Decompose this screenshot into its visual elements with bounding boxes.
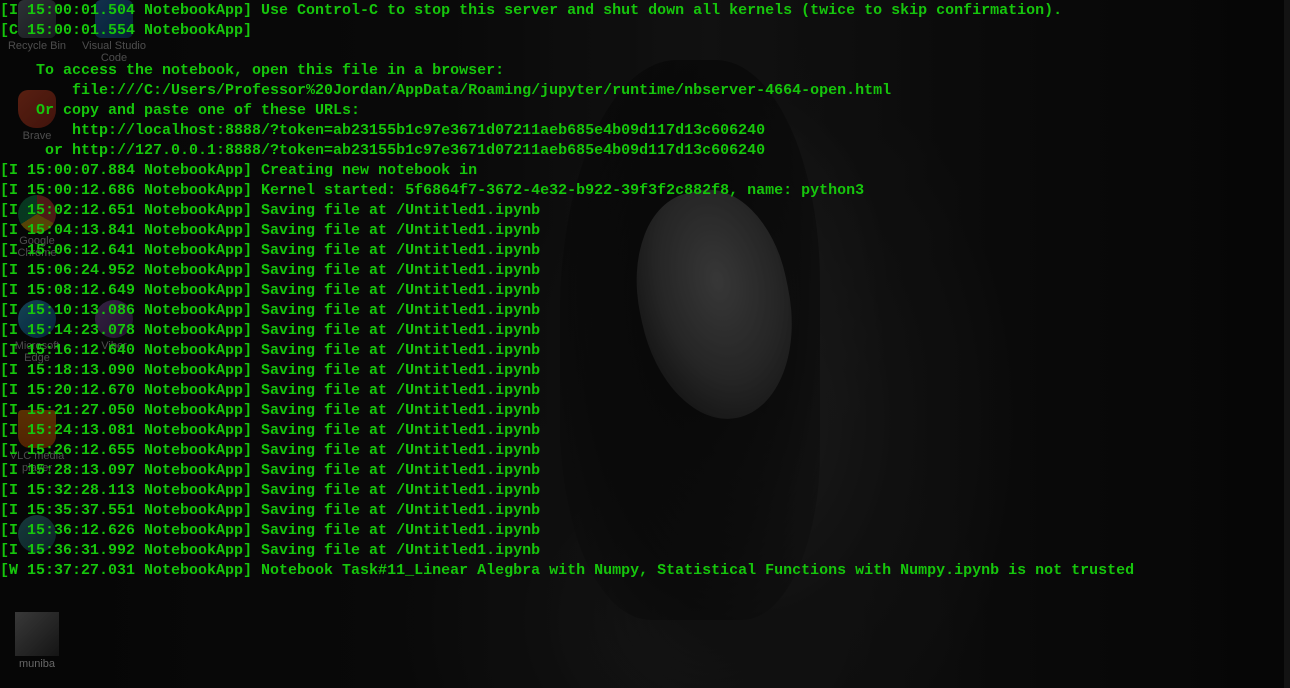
- desktop-screen: Recycle Bin Visual Studio Code Brave Goo…: [0, 0, 1290, 688]
- terminal-line: [C 15:00:01.554 NotebookApp]: [0, 22, 253, 39]
- terminal-line: Or copy and paste one of these URLs:: [0, 102, 361, 119]
- terminal-line: [I 15:14:23.078 NotebookApp] Saving file…: [0, 322, 541, 339]
- terminal-line: [I 15:06:12.641 NotebookApp] Saving file…: [0, 242, 541, 259]
- terminal-line: [I 15:28:13.097 NotebookApp] Saving file…: [0, 462, 541, 479]
- terminal-line: To access the notebook, open this file i…: [0, 62, 505, 79]
- terminal-line: [I 15:08:12.649 NotebookApp] Saving file…: [0, 282, 541, 299]
- terminal-output: [I 15:00:01.504 NotebookApp] Use Control…: [0, 1, 1134, 581]
- terminal-line: [I 15:06:24.952 NotebookApp] Saving file…: [0, 262, 541, 279]
- terminal-line: http://localhost:8888/?token=ab23155b1c9…: [0, 122, 766, 139]
- terminal-scrollbar[interactable]: [1284, 0, 1290, 688]
- terminal-line: [I 15:26:12.655 NotebookApp] Saving file…: [0, 442, 541, 459]
- terminal-line: [I 15:32:28.113 NotebookApp] Saving file…: [0, 482, 541, 499]
- terminal-window[interactable]: [I 15:00:01.504 NotebookApp] Use Control…: [0, 0, 1290, 688]
- terminal-line: [I 15:00:01.504 NotebookApp] Use Control…: [0, 2, 1063, 19]
- terminal-line: or http://127.0.0.1:8888/?token=ab23155b…: [0, 142, 766, 159]
- terminal-line: [I 15:16:12.640 NotebookApp] Saving file…: [0, 342, 541, 359]
- terminal-line: [I 15:04:13.841 NotebookApp] Saving file…: [0, 222, 541, 239]
- terminal-line: [I 15:36:31.992 NotebookApp] Saving file…: [0, 542, 541, 559]
- terminal-line: [I 15:10:13.086 NotebookApp] Saving file…: [0, 302, 541, 319]
- terminal-line: [I 15:02:12.651 NotebookApp] Saving file…: [0, 202, 541, 219]
- terminal-line: [I 15:21:27.050 NotebookApp] Saving file…: [0, 402, 541, 419]
- terminal-line: [I 15:24:13.081 NotebookApp] Saving file…: [0, 422, 541, 439]
- terminal-line: [I 15:20:12.670 NotebookApp] Saving file…: [0, 382, 541, 399]
- terminal-line: [I 15:00:07.884 NotebookApp] Creating ne…: [0, 162, 478, 179]
- terminal-line: [I 15:18:13.090 NotebookApp] Saving file…: [0, 362, 541, 379]
- terminal-line: [I 15:35:37.551 NotebookApp] Saving file…: [0, 502, 541, 519]
- terminal-line: file:///C:/Users/Professor%20Jordan/AppD…: [0, 82, 892, 99]
- terminal-line: [W 15:37:27.031 NotebookApp] Notebook Ta…: [0, 562, 1135, 579]
- terminal-line: [I 15:36:12.626 NotebookApp] Saving file…: [0, 522, 541, 539]
- terminal-line: [I 15:00:12.686 NotebookApp] Kernel star…: [0, 182, 865, 199]
